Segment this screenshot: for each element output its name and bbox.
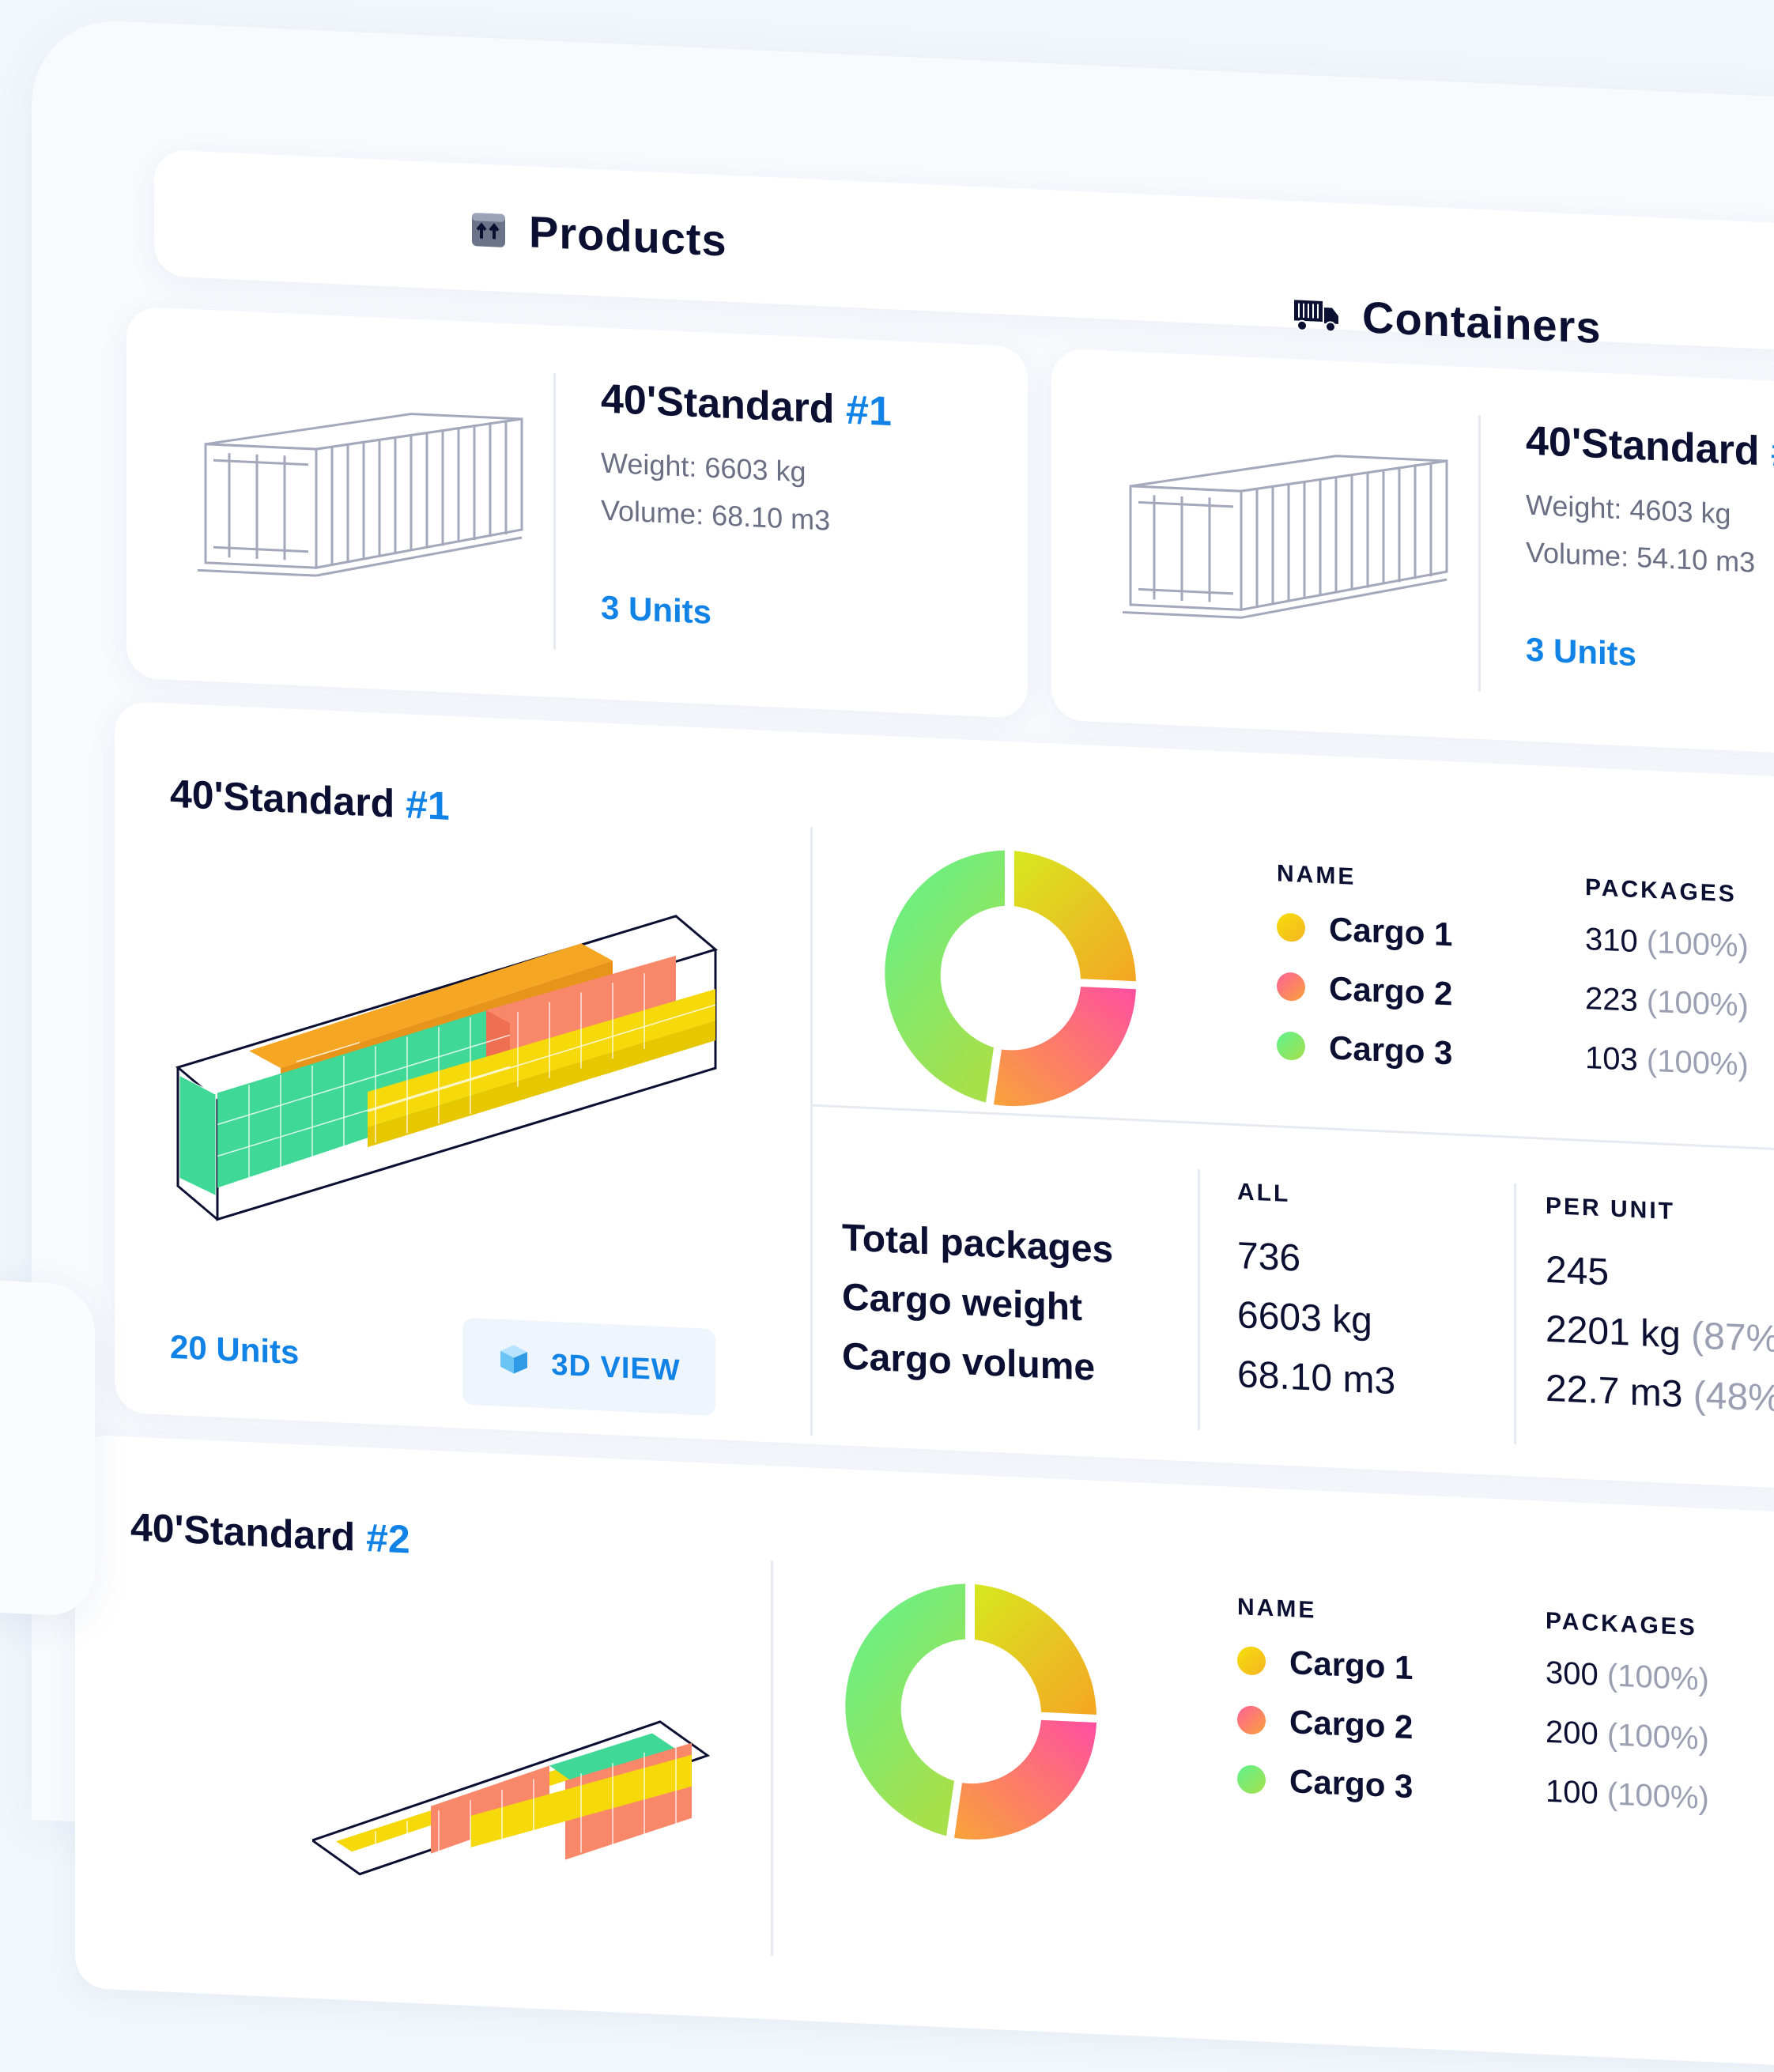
per-unit-cargo-weight: 2201 kg (87% xyxy=(1546,1308,1774,1361)
container-illustration xyxy=(198,388,530,613)
section-title: 40'Standard #1 xyxy=(170,771,450,828)
all-cargo-weight: 6603 kg xyxy=(1237,1294,1372,1342)
container-units[interactable]: 3 Units xyxy=(601,589,711,632)
cargo1-slice xyxy=(1014,851,1136,982)
cargo2-dot xyxy=(1237,1705,1266,1735)
tab-products-label: Products xyxy=(529,206,727,266)
cube-icon xyxy=(497,1342,530,1385)
cargo1-dot xyxy=(1277,912,1305,942)
legend-cargo-3: Cargo 3 xyxy=(1277,1026,1452,1072)
cargo2-slice xyxy=(954,1719,1096,1840)
divider xyxy=(553,372,556,650)
container-card-1[interactable]: 40'Standard #1 Weight: 6603 kg Volume: 6… xyxy=(126,306,1028,719)
legend-cargo-1: Cargo 1 xyxy=(1277,908,1452,953)
3d-view-label: 3D VIEW xyxy=(551,1348,681,1387)
truck-icon xyxy=(1293,296,1340,334)
all-cargo-volume: 68.10 m3 xyxy=(1237,1353,1396,1403)
box-icon xyxy=(470,211,507,249)
cargo3-packages: 100 (100%) xyxy=(1546,1773,1709,1817)
all-total-packages: 736 xyxy=(1237,1235,1301,1280)
cargo1-packages: 300 (100%) xyxy=(1546,1655,1709,1698)
container-weight: Weight: 4603 kg xyxy=(1526,488,1731,530)
cargo-volume-label: Cargo volume xyxy=(842,1335,1096,1389)
name-column-header: NAME xyxy=(1277,860,1357,890)
3d-view-button[interactable]: 3D VIEW xyxy=(462,1317,715,1417)
name-column-header: NAME xyxy=(1237,1594,1317,1624)
divider xyxy=(1514,1183,1516,1445)
legend-cargo-2: Cargo 2 xyxy=(1277,967,1452,1013)
cargo3-packages: 103 (100%) xyxy=(1585,1040,1749,1083)
cargo2-slice xyxy=(994,987,1136,1107)
container-volume: Volume: 54.10 m3 xyxy=(1526,535,1756,579)
section-title: 40'Standard #2 xyxy=(130,1504,410,1562)
side-panel-edge xyxy=(0,1274,95,1617)
divider xyxy=(1478,414,1481,693)
cargo1-dot xyxy=(1237,1646,1266,1676)
cargo3-dot xyxy=(1277,1031,1305,1061)
container-volume: Volume: 68.10 m3 xyxy=(601,493,831,537)
legend-cargo-2: Cargo 2 xyxy=(1237,1700,1413,1746)
container-card-2[interactable]: 40'Standard # Weight: 4603 kg Volume: 54… xyxy=(1051,348,1774,760)
cargo-donut-chart xyxy=(874,838,1142,1123)
per-unit-column-header: PER UNIT xyxy=(1546,1192,1676,1225)
legend-cargo-1: Cargo 1 xyxy=(1237,1641,1413,1687)
load-plan-section-1: 40'Standard #1 20 Units 3D VIEW NAME PAC… xyxy=(115,700,1774,1496)
tab-products[interactable]: Products xyxy=(470,203,727,266)
divider xyxy=(771,1561,773,1957)
container-illustration xyxy=(1123,430,1455,655)
cargo-weight-label: Cargo weight xyxy=(842,1276,1083,1330)
total-packages-label: Total packages xyxy=(842,1217,1114,1271)
per-unit-cargo-volume: 22.7 m3 (48% xyxy=(1546,1367,1774,1421)
per-unit-total-packages: 245 xyxy=(1546,1248,1610,1294)
cargo1-packages: 310 (100%) xyxy=(1585,922,1749,964)
tab-containers-label: Containers xyxy=(1362,292,1602,353)
cargo3-slice xyxy=(845,1583,965,1836)
divider xyxy=(1198,1168,1200,1430)
load-3d-illustration xyxy=(309,1682,755,1912)
cargo3-slice xyxy=(885,850,1005,1103)
container-units[interactable]: 3 Units xyxy=(1526,631,1636,674)
cargo1-slice xyxy=(975,1583,1096,1715)
cargo3-dot xyxy=(1237,1764,1266,1795)
load-plan-section-2: 40'Standard #2 NAME PACKAGES Cargo 1 Car… xyxy=(75,1434,1774,2070)
cargo2-packages: 200 (100%) xyxy=(1546,1714,1709,1757)
cargo-donut-chart xyxy=(834,1572,1103,1856)
divider xyxy=(810,827,813,1436)
container-weight: Weight: 6603 kg xyxy=(601,446,806,489)
packages-column-header: PACKAGES xyxy=(1585,874,1737,908)
all-column-header: ALL xyxy=(1237,1179,1291,1208)
cargo2-packages: 223 (100%) xyxy=(1585,981,1749,1024)
cargo2-dot xyxy=(1277,972,1305,1002)
container-title: 40'Standard #1 xyxy=(601,376,892,436)
load-3d-illustration xyxy=(170,877,739,1271)
section-units[interactable]: 20 Units xyxy=(170,1328,299,1372)
legend-cargo-3: Cargo 3 xyxy=(1237,1760,1413,1806)
container-title: 40'Standard # xyxy=(1526,417,1774,477)
stage: Products Containers 40'Standard #1 Weigh… xyxy=(0,0,1774,2070)
packages-column-header: PACKAGES xyxy=(1546,1607,1697,1641)
